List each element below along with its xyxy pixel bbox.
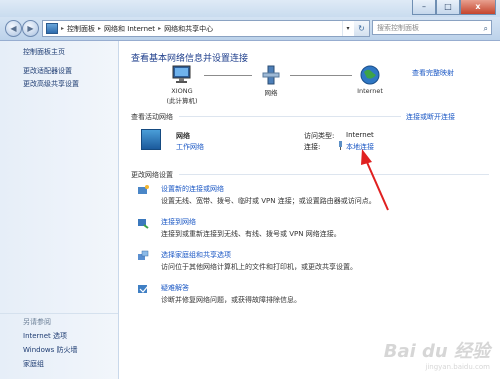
watermark-sub: jingyan.baidu.com [425,363,490,371]
annotation-arrow [361,149,389,211]
watermark: Bai du 经验 jingyan.baidu.com [384,337,490,371]
watermark-text: Bai du 经验 [383,341,490,362]
